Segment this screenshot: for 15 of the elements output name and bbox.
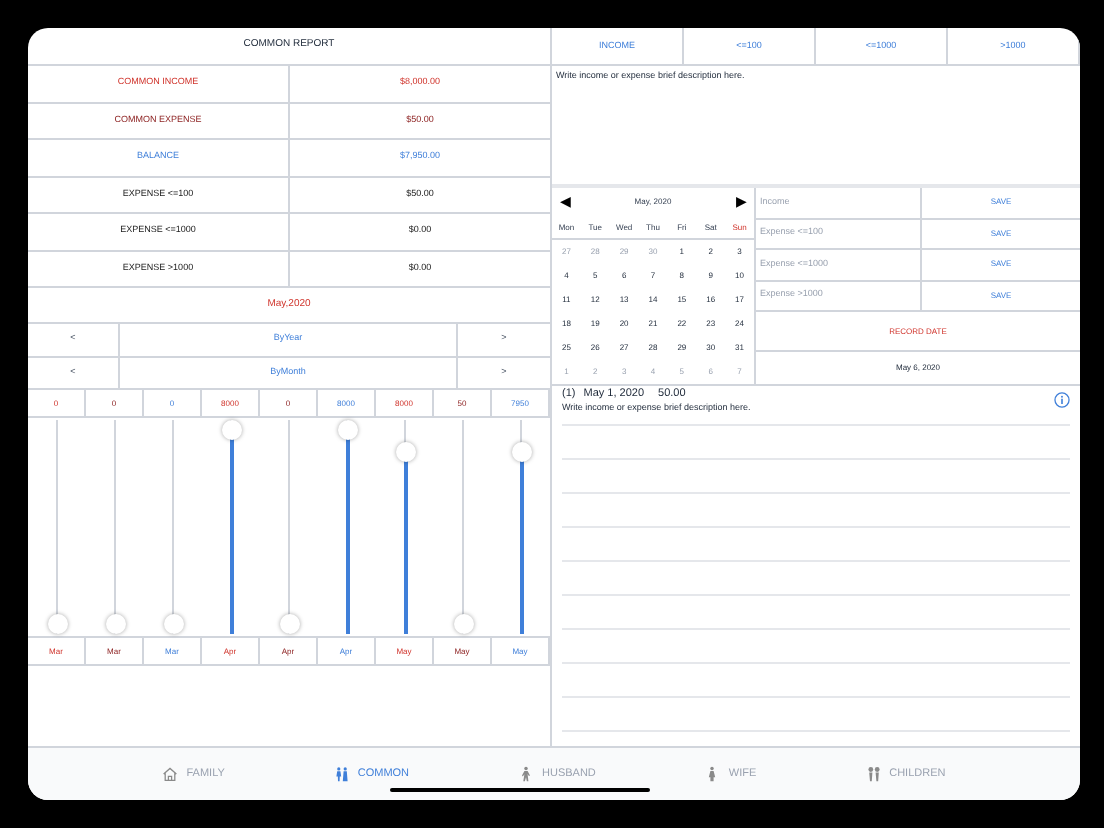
slider-thumb[interactable] xyxy=(163,614,183,634)
slider-thumb[interactable] xyxy=(395,441,415,462)
slider-thumb[interactable] xyxy=(337,420,357,440)
slider-thumb[interactable] xyxy=(105,614,125,634)
slider-thumb[interactable] xyxy=(511,441,531,462)
slider-thumb[interactable] xyxy=(453,614,473,634)
couple-icon xyxy=(333,766,350,782)
children-icon xyxy=(865,766,882,782)
slider-thumb[interactable] xyxy=(221,420,241,440)
slider-thumb[interactable] xyxy=(47,614,67,634)
house-icon xyxy=(162,766,179,782)
slider-thumb[interactable] xyxy=(279,614,299,634)
walking-person-icon xyxy=(518,766,534,782)
info-icon[interactable] xyxy=(1054,392,1070,408)
woman-icon xyxy=(704,766,721,782)
